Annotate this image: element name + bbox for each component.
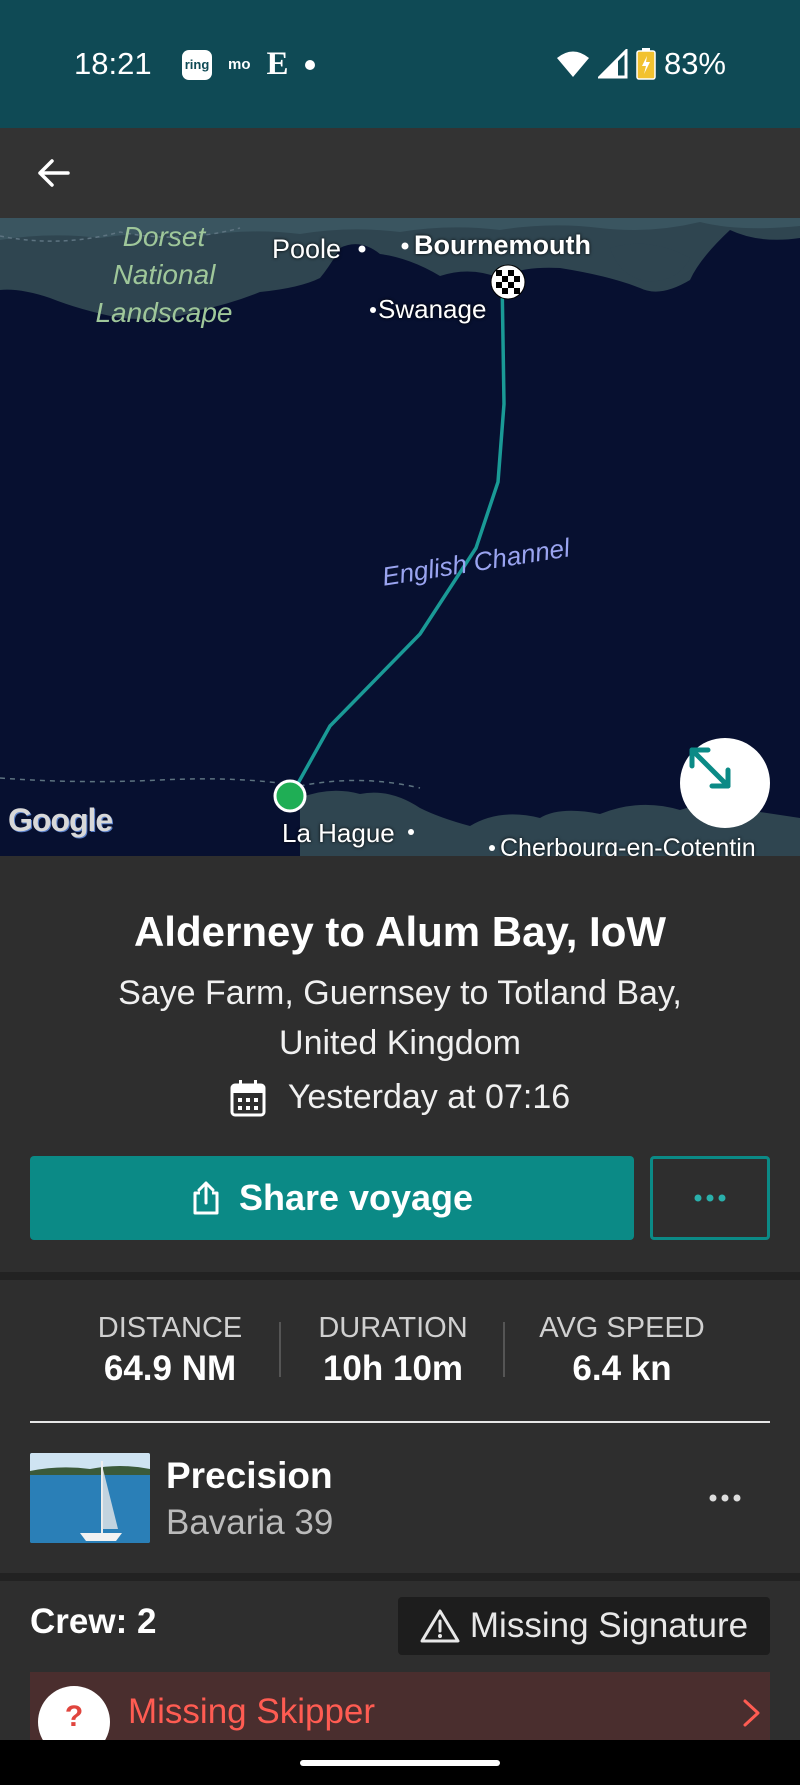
battery-percent: 83% <box>663 46 726 81</box>
signal-icon <box>597 49 628 79</box>
chevron-right-icon <box>743 1699 760 1727</box>
stat-distance-value: 64.9 NM <box>103 1349 237 1388</box>
warning-icon <box>420 1609 460 1643</box>
missing-signature-label: Missing Signature <box>469 1606 749 1645</box>
voyage-stats: DISTANCE 64.9 NM DURATION 10h 10m AVG SP… <box>0 1280 800 1422</box>
status-bar: 18:21 ring mo E 83% <box>0 0 800 128</box>
section-divider <box>0 1272 800 1280</box>
map-label-swanage: Swanage <box>378 294 487 324</box>
boat-photo <box>30 1453 150 1543</box>
map-label-poole: Poole <box>272 234 342 264</box>
missing-skipper-row[interactable]: ? Missing Skipper <box>30 1672 770 1742</box>
stat-distance-label: DISTANCE <box>97 1312 243 1344</box>
map-label-dorset: Dorset National Landscape <box>95 221 233 328</box>
notification-icons: ring mo E <box>182 46 315 83</box>
boat-model: Bavaria 39 <box>166 1503 334 1542</box>
arrow-left-icon <box>38 159 70 187</box>
stat-duration-value: 10h 10m <box>322 1349 464 1388</box>
expand-arrows-icon <box>689 747 731 789</box>
e-icon: E <box>266 46 289 82</box>
voyage-header: Alderney to Alum Bay, IoW Saye Farm, Gue… <box>0 856 800 1276</box>
crew-title: Crew: 2 <box>30 1602 157 1641</box>
stat-duration: DURATION 10h 10m <box>278 1312 508 1389</box>
voyage-date-text: Yesterday at 07:16 <box>287 1078 571 1116</box>
ring-icon: ring <box>182 49 212 80</box>
map-label-cherbourg: Cherbourg-en-Cotentin <box>500 834 756 856</box>
app-bar <box>0 128 800 218</box>
home-indicator[interactable] <box>300 1760 500 1766</box>
share-voyage-button[interactable]: Share voyage <box>30 1156 634 1240</box>
missing-signature-badge: Missing Signature <box>398 1597 770 1655</box>
voyage-more-button[interactable] <box>650 1156 770 1240</box>
share-voyage-label: Share voyage <box>238 1177 474 1218</box>
calendar-icon <box>230 1079 266 1116</box>
boat-row[interactable]: Precision Bavaria 39 <box>0 1423 800 1573</box>
stat-distance: DISTANCE 64.9 NM <box>55 1312 285 1389</box>
stat-avg-speed: AVG SPEED 6.4 kn <box>507 1312 737 1389</box>
start-marker <box>273 779 307 813</box>
system-nav-bar <box>0 1740 800 1785</box>
voyage-route: Saye Farm, Guernsey to Totland Bay, Unit… <box>118 974 682 1062</box>
voyage-title: Alderney to Alum Bay, IoW <box>133 908 667 955</box>
system-icons: 83% <box>556 46 726 82</box>
boat-more-button[interactable] <box>700 1473 750 1523</box>
share-icon <box>193 1181 219 1215</box>
google-attribution: Google <box>8 802 113 838</box>
wifi-icon <box>556 51 589 77</box>
checkered-flag-icon <box>490 264 526 300</box>
battery-icon <box>636 48 656 80</box>
stat-duration-label: DURATION <box>318 1312 468 1344</box>
more-horizontal-icon <box>709 1494 741 1502</box>
stat-speed-label: AVG SPEED <box>539 1312 705 1344</box>
map-label-la-hague: La Hague <box>282 818 395 848</box>
boat-name: Precision <box>166 1455 333 1496</box>
section-divider <box>0 1573 800 1581</box>
stat-speed-value: 6.4 kn <box>572 1349 672 1388</box>
expand-map-button[interactable] <box>680 738 770 828</box>
status-time: 18:21 <box>74 46 152 81</box>
voyage-map[interactable]: Dorset National Landscape Poole Bournemo… <box>0 218 800 856</box>
stat-separator <box>503 1322 505 1377</box>
more-horizontal-icon <box>694 1194 726 1202</box>
map-label-bournemouth: Bournemouth <box>414 230 591 260</box>
skipper-avatar: ? <box>38 1686 110 1742</box>
mo-icon: mo <box>228 56 251 73</box>
voyage-date: Yesterday at 07:16 <box>0 1078 800 1117</box>
back-button[interactable] <box>30 150 76 196</box>
dot-icon <box>304 59 315 70</box>
missing-skipper-label: Missing Skipper <box>128 1692 376 1731</box>
